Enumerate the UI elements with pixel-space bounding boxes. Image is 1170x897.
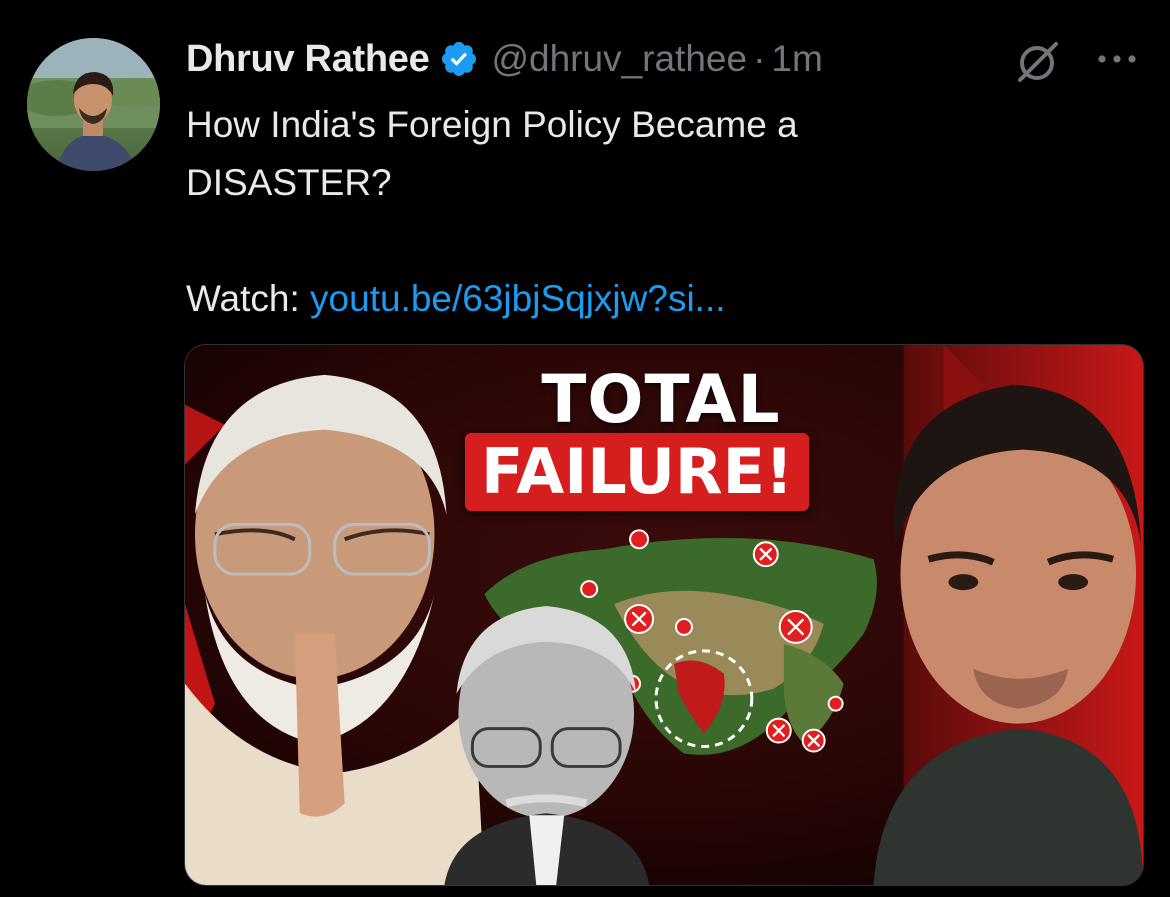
youtube-link[interactable]: youtu.be/63jbjSqjxjw?si... — [310, 278, 725, 319]
tweet-header: Dhruv Rathee @dhruv_rathee · 1m — [186, 34, 823, 84]
tweet[interactable]: Dhruv Rathee @dhruv_rathee · 1m How Indi… — [0, 0, 1170, 897]
tweet-text-spacer — [186, 212, 1086, 270]
verified-badge-icon — [439, 39, 479, 79]
watch-label: Watch: — [186, 278, 311, 319]
thumbnail-subtitle: FAILURE! — [465, 433, 810, 511]
tweet-text-line: How India's Foreign Policy Became a — [186, 104, 798, 145]
author-handle[interactable]: @dhruv_rathee — [491, 38, 747, 80]
tweet-text-line: DISASTER? — [186, 162, 392, 203]
separator-dot: · — [753, 38, 766, 79]
tweet-watch-line: Watch: youtu.be/63jbjSqjxjw?si... — [186, 270, 1086, 328]
avatar[interactable] — [27, 38, 160, 171]
video-thumbnail[interactable]: TOTAL FAILURE! — [184, 344, 1144, 886]
grok-icon[interactable] — [1016, 40, 1060, 84]
timestamp[interactable]: 1m — [771, 38, 822, 80]
thumbnail-title: TOTAL — [541, 361, 781, 438]
tweet-text: How India's Foreign Policy Became a DISA… — [186, 96, 1086, 328]
more-icon[interactable] — [1094, 44, 1140, 74]
author-name[interactable]: Dhruv Rathee — [186, 38, 430, 81]
